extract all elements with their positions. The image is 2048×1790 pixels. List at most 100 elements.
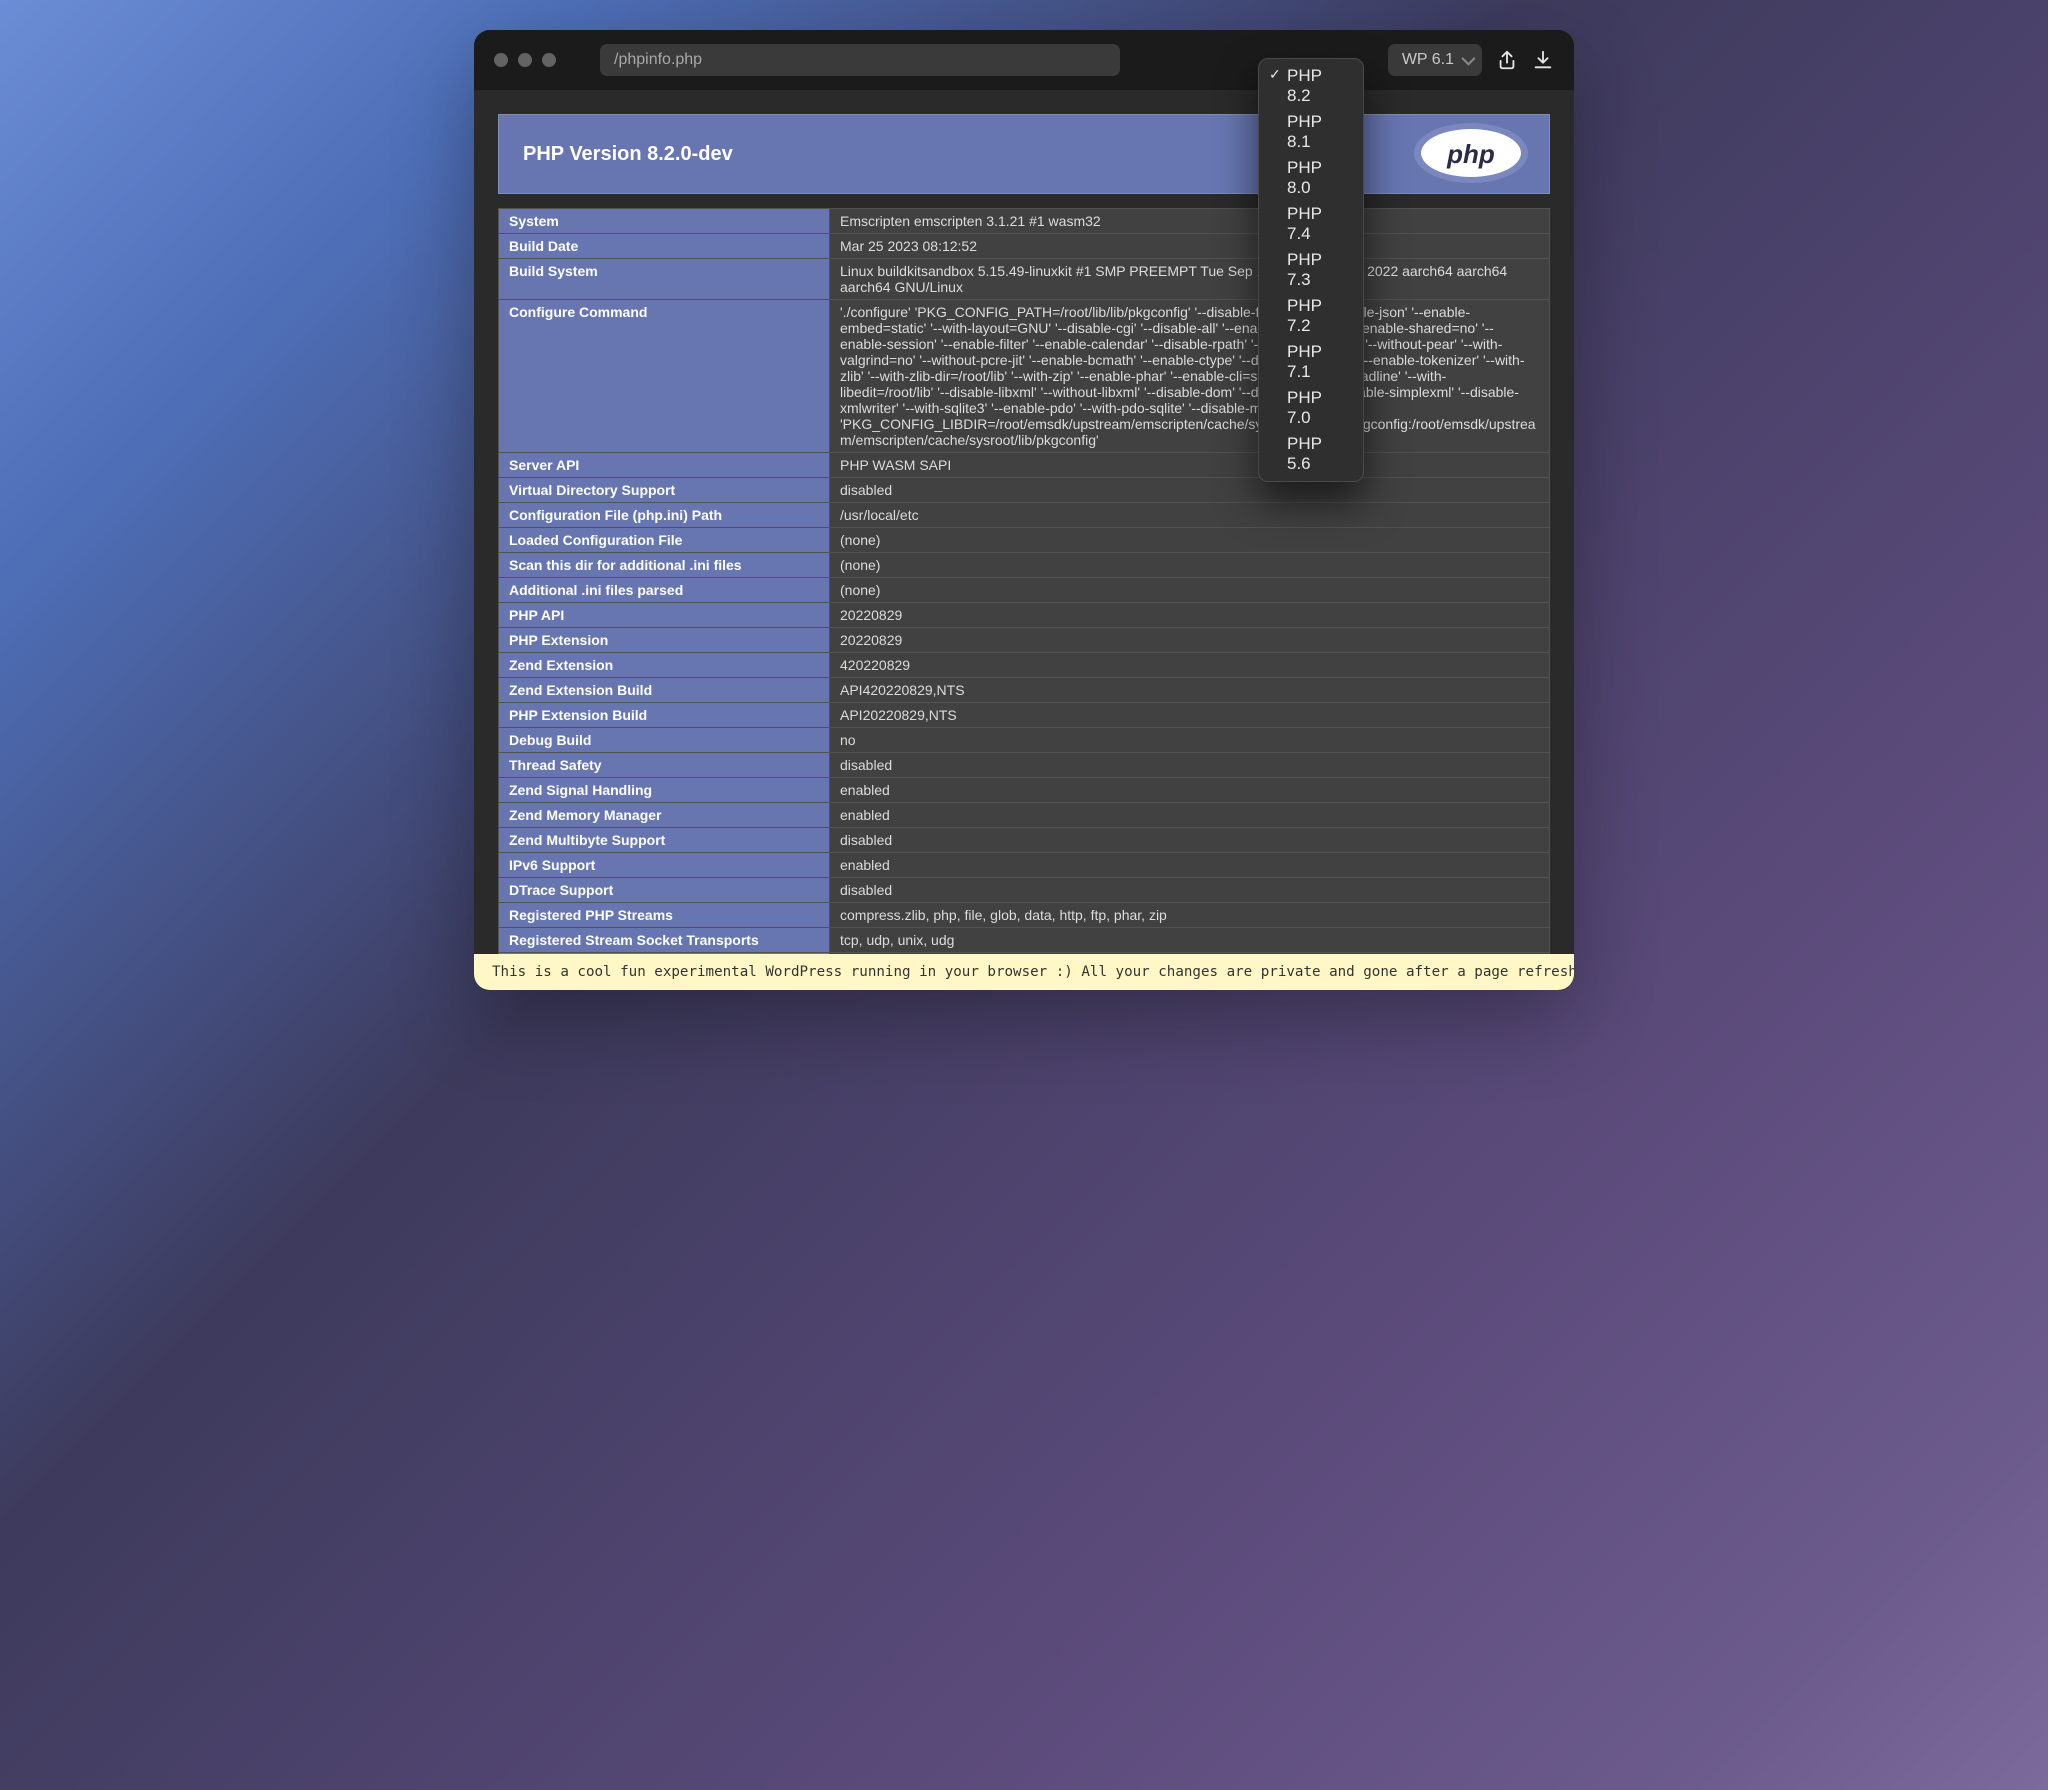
table-row: Configuration File (php.ini) Path/usr/lo… bbox=[499, 503, 1549, 527]
php-version-option[interactable]: PHP 7.2 bbox=[1263, 293, 1359, 339]
table-key: IPv6 Support bbox=[499, 853, 829, 877]
php-version-option[interactable]: PHP 7.0 bbox=[1263, 385, 1359, 431]
table-key: Debug Build bbox=[499, 728, 829, 752]
title-bar: /phpinfo.php WP 6.1 PHP 8.2PHP 8.1PHP 8.… bbox=[474, 30, 1574, 90]
table-key: Build System bbox=[499, 259, 829, 299]
table-value: 20220829 bbox=[830, 603, 1549, 627]
table-key: Zend Memory Manager bbox=[499, 803, 829, 827]
table-row: Registered Stream Socket Transportstcp, … bbox=[499, 928, 1549, 952]
table-key: System bbox=[499, 209, 829, 233]
table-value: 420220829 bbox=[830, 653, 1549, 677]
php-version-title: PHP Version 8.2.0-dev bbox=[523, 143, 733, 166]
table-key: Configure Command bbox=[499, 300, 829, 452]
table-row: Debug Buildno bbox=[499, 728, 1549, 752]
address-bar[interactable]: /phpinfo.php bbox=[600, 44, 1120, 76]
table-value: './configure' 'PKG_CONFIG_PATH=/root/lib… bbox=[830, 300, 1549, 452]
table-row: Server APIPHP WASM SAPI bbox=[499, 453, 1549, 477]
php-version-option[interactable]: PHP 8.2 bbox=[1263, 63, 1359, 109]
table-row: PHP Extension20220829 bbox=[499, 628, 1549, 652]
table-key: Scan this dir for additional .ini files bbox=[499, 553, 829, 577]
table-value: Mar 25 2023 08:12:52 bbox=[830, 234, 1549, 258]
table-value: enabled bbox=[830, 803, 1549, 827]
table-value: (none) bbox=[830, 528, 1549, 552]
php-version-option[interactable]: PHP 7.3 bbox=[1263, 247, 1359, 293]
table-row: Additional .ini files parsed(none) bbox=[499, 578, 1549, 602]
phpinfo-table: SystemEmscripten emscripten 3.1.21 #1 wa… bbox=[498, 208, 1550, 978]
table-row: Build SystemLinux buildkitsandbox 5.15.4… bbox=[499, 259, 1549, 299]
maximize-window-button[interactable] bbox=[542, 53, 556, 67]
php-version-dropdown[interactable]: PHP 8.2PHP 8.1PHP 8.0PHP 7.4PHP 7.3PHP 7… bbox=[1258, 58, 1364, 482]
table-value: enabled bbox=[830, 853, 1549, 877]
table-row: SystemEmscripten emscripten 3.1.21 #1 wa… bbox=[499, 209, 1549, 233]
table-key: Registered PHP Streams bbox=[499, 903, 829, 927]
share-button[interactable] bbox=[1496, 49, 1518, 71]
table-value: compress.zlib, php, file, glob, data, ht… bbox=[830, 903, 1549, 927]
table-key: Configuration File (php.ini) Path bbox=[499, 503, 829, 527]
phpinfo-banner: PHP Version 8.2.0-dev php bbox=[498, 114, 1550, 194]
table-key: Additional .ini files parsed bbox=[499, 578, 829, 602]
table-row: Zend Signal Handlingenabled bbox=[499, 778, 1549, 802]
table-row: Thread Safetydisabled bbox=[499, 753, 1549, 777]
table-key: Build Date bbox=[499, 234, 829, 258]
table-key: Virtual Directory Support bbox=[499, 478, 829, 502]
table-row: IPv6 Supportenabled bbox=[499, 853, 1549, 877]
php-version-option[interactable]: PHP 8.0 bbox=[1263, 155, 1359, 201]
minimize-window-button[interactable] bbox=[518, 53, 532, 67]
php-version-option[interactable]: PHP 7.1 bbox=[1263, 339, 1359, 385]
table-value: API420220829,NTS bbox=[830, 678, 1549, 702]
table-key: Zend Extension bbox=[499, 653, 829, 677]
php-version-option[interactable]: PHP 7.4 bbox=[1263, 201, 1359, 247]
table-value: disabled bbox=[830, 753, 1549, 777]
table-row: PHP Extension BuildAPI20220829,NTS bbox=[499, 703, 1549, 727]
app-window: /phpinfo.php WP 6.1 PHP 8.2PHP 8.1PHP 8.… bbox=[474, 30, 1574, 990]
table-row: Scan this dir for additional .ini files(… bbox=[499, 553, 1549, 577]
table-key: Server API bbox=[499, 453, 829, 477]
table-value: (none) bbox=[830, 553, 1549, 577]
php-logo: php bbox=[1411, 121, 1531, 185]
table-value: enabled bbox=[830, 778, 1549, 802]
table-value: PHP WASM SAPI bbox=[830, 453, 1549, 477]
window-controls bbox=[494, 53, 556, 67]
table-value: Linux buildkitsandbox 5.15.49-linuxkit #… bbox=[830, 259, 1549, 299]
table-row: Zend Multibyte Supportdisabled bbox=[499, 828, 1549, 852]
table-row: Build DateMar 25 2023 08:12:52 bbox=[499, 234, 1549, 258]
share-icon bbox=[1496, 49, 1518, 71]
table-value: Emscripten emscripten 3.1.21 #1 wasm32 bbox=[830, 209, 1549, 233]
table-row: PHP API20220829 bbox=[499, 603, 1549, 627]
table-key: PHP Extension bbox=[499, 628, 829, 652]
table-key: Registered Stream Socket Transports bbox=[499, 928, 829, 952]
table-key: Zend Extension Build bbox=[499, 678, 829, 702]
footer-notice: This is a cool fun experimental WordPres… bbox=[474, 954, 1574, 990]
table-row: Loaded Configuration File(none) bbox=[499, 528, 1549, 552]
table-key: Loaded Configuration File bbox=[499, 528, 829, 552]
table-row: DTrace Supportdisabled bbox=[499, 878, 1549, 902]
wp-version-label: WP 6.1 bbox=[1402, 51, 1454, 69]
table-value: /usr/local/etc bbox=[830, 503, 1549, 527]
download-button[interactable] bbox=[1532, 49, 1554, 71]
table-value: 20220829 bbox=[830, 628, 1549, 652]
address-text: /phpinfo.php bbox=[614, 51, 702, 69]
table-key: DTrace Support bbox=[499, 878, 829, 902]
page-content: PHP Version 8.2.0-dev php SystemEmscript… bbox=[474, 90, 1574, 990]
table-value: disabled bbox=[830, 478, 1549, 502]
table-row: Registered PHP Streamscompress.zlib, php… bbox=[499, 903, 1549, 927]
table-value: API20220829,NTS bbox=[830, 703, 1549, 727]
table-key: Thread Safety bbox=[499, 753, 829, 777]
table-key: PHP API bbox=[499, 603, 829, 627]
download-icon bbox=[1532, 49, 1554, 71]
php-version-option[interactable]: PHP 5.6 bbox=[1263, 431, 1359, 477]
wp-version-select[interactable]: WP 6.1 bbox=[1388, 44, 1482, 76]
table-value: tcp, udp, unix, udg bbox=[830, 928, 1549, 952]
table-value: disabled bbox=[830, 878, 1549, 902]
table-row: Zend Extension BuildAPI420220829,NTS bbox=[499, 678, 1549, 702]
table-key: Zend Multibyte Support bbox=[499, 828, 829, 852]
table-row: Zend Extension420220829 bbox=[499, 653, 1549, 677]
table-row: Virtual Directory Supportdisabled bbox=[499, 478, 1549, 502]
svg-text:php: php bbox=[1446, 139, 1495, 169]
close-window-button[interactable] bbox=[494, 53, 508, 67]
php-version-option[interactable]: PHP 8.1 bbox=[1263, 109, 1359, 155]
table-key: PHP Extension Build bbox=[499, 703, 829, 727]
chevron-down-icon bbox=[1461, 52, 1475, 66]
table-key: Zend Signal Handling bbox=[499, 778, 829, 802]
table-value: (none) bbox=[830, 578, 1549, 602]
